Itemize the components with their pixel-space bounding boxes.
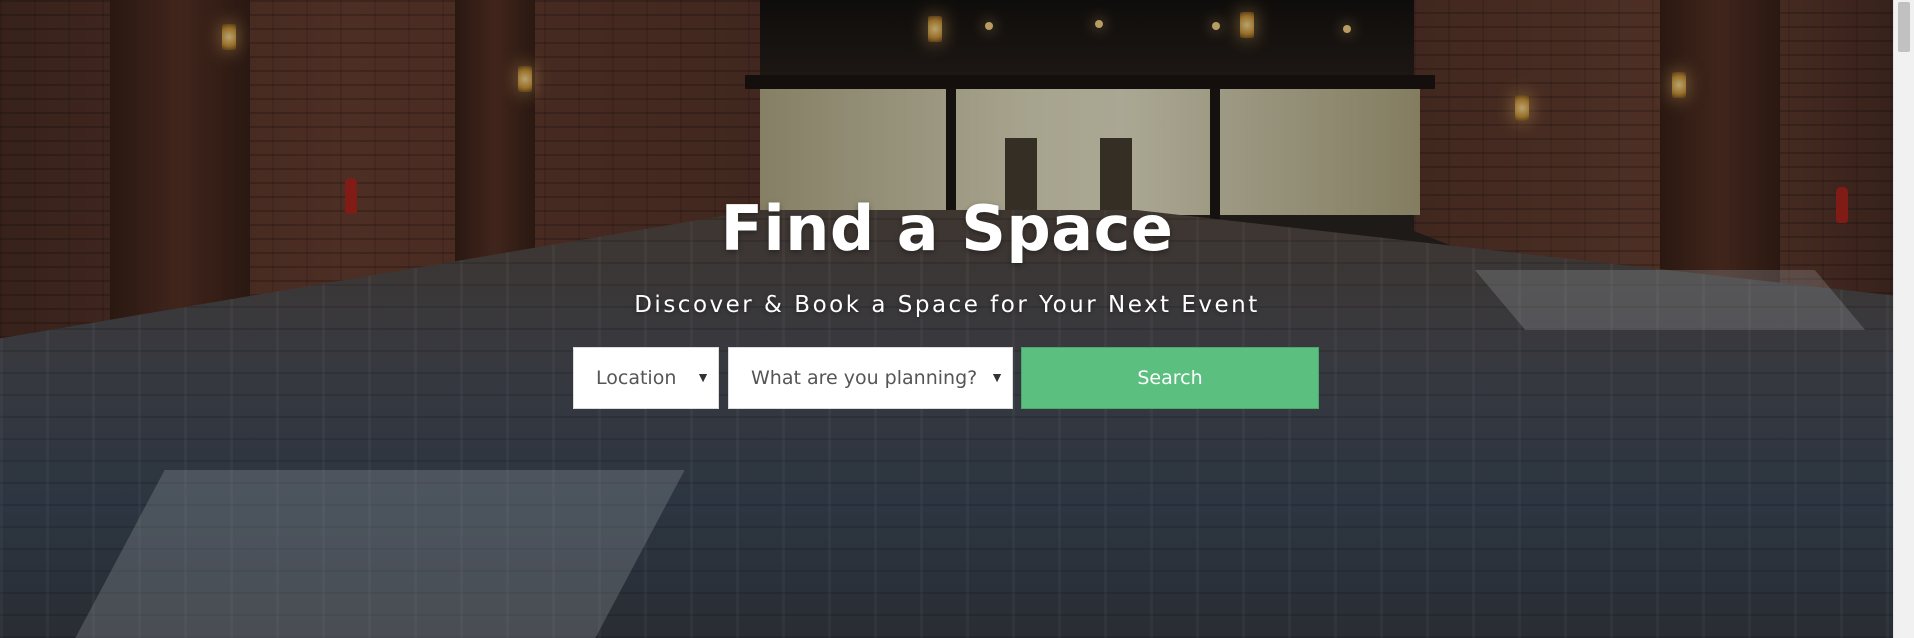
location-select-value: Location [596,367,677,389]
search-button[interactable]: Search [1021,347,1319,409]
chevron-down-icon: ▼ [990,369,1004,385]
hero-title: Find a Space [720,192,1174,265]
hero-subtitle: Discover & Book a Space for Your Next Ev… [634,292,1260,318]
scrollbar-thumb[interactable] [1898,2,1910,52]
hero-background-image [0,0,1894,638]
page: Find a Space Discover & Book a Space for… [0,0,1914,638]
chevron-down-icon: ▼ [696,369,710,385]
event-type-select-value: What are you planning? [751,367,978,389]
darken-overlay [0,0,1894,638]
vertical-scrollbar[interactable] [1893,0,1914,638]
location-select[interactable]: Location ▼ [573,347,719,409]
event-type-select[interactable]: What are you planning? ▼ [728,347,1013,409]
